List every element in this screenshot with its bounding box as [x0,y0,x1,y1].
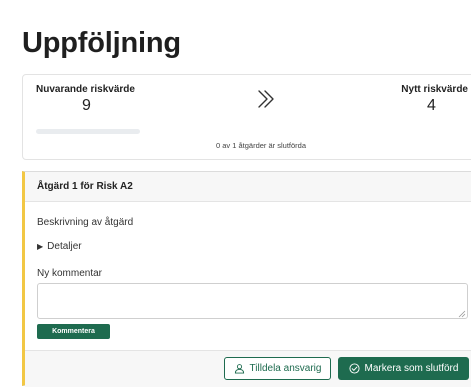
double-chevron-right-icon [258,90,274,108]
action-footer: Tilldela ansvarig Markera som slutförd [25,350,471,387]
new-risk-value: 4 [427,97,436,114]
current-risk-value: 9 [82,97,91,114]
user-icon [234,364,244,374]
new-risk-label: Nytt riskvärde [401,84,468,95]
details-toggle[interactable]: ▶ Detaljer [37,241,82,252]
resize-grip-icon[interactable] [458,310,466,318]
action-title: Åtgärd 1 för Risk A2 [37,181,133,192]
action-description: Beskrivning av åtgärd [37,217,134,228]
current-risk-label: Nuvarande riskvärde [36,84,135,95]
complete-button-label: Markera som slutförd [364,363,459,374]
progress-text: 0 av 1 åtgärder är slutförda [215,141,307,150]
assign-button-label: Tilldela ansvarig [249,363,322,374]
comment-button[interactable]: Kommentera [37,324,110,339]
progress-bar [36,129,140,134]
comment-textarea[interactable] [37,283,468,319]
risk-summary-card: Nuvarande riskvärde 9 Nytt riskvärde 4 0… [22,74,471,160]
mark-complete-button[interactable]: Markera som slutförd [338,357,469,380]
check-circle-icon [348,363,360,374]
action-header: Åtgärd 1 för Risk A2 [25,172,471,202]
action-card: Åtgärd 1 för Risk A2 Beskrivning av åtgä… [22,171,471,387]
triangle-right-icon: ▶ [37,242,44,251]
details-label: Detaljer [47,241,82,252]
comment-label: Ny kommentar [37,268,103,279]
page-title: Uppföljning [22,27,181,59]
assign-responsible-button[interactable]: Tilldela ansvarig [224,357,331,380]
